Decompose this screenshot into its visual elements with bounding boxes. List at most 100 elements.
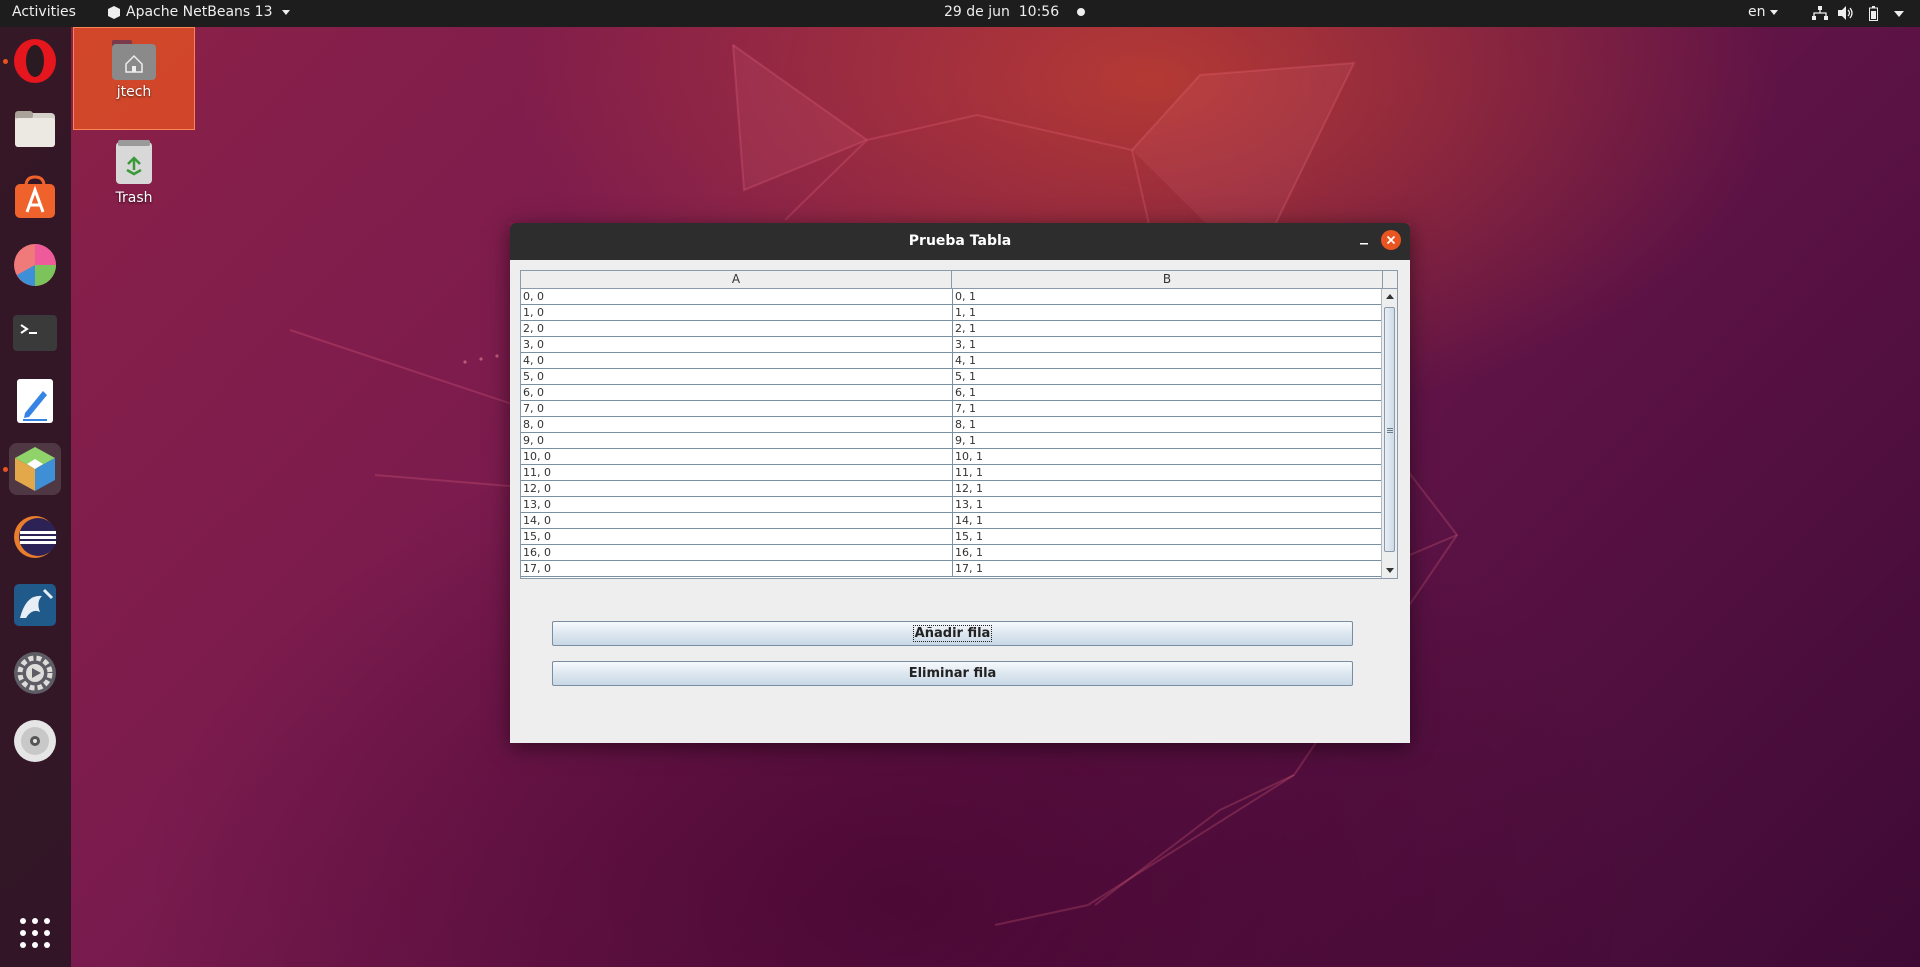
table-cell-a[interactable]: 4, 0 [521, 353, 952, 368]
dock-terminal[interactable] [9, 307, 61, 359]
table-row[interactable]: 12, 0 12, 1 [521, 481, 1381, 497]
table-row[interactable]: 17, 0 17, 1 [521, 561, 1381, 577]
mysql-workbench-icon [14, 584, 56, 626]
activities-button[interactable]: Activities [12, 4, 76, 20]
table-cell-a[interactable]: 16, 0 [521, 545, 952, 560]
chevron-down-icon [282, 9, 291, 15]
table-row[interactable]: 11, 0 11, 1 [521, 465, 1381, 481]
network-icon[interactable] [1812, 6, 1828, 20]
dock-settings[interactable] [9, 647, 61, 699]
dock-show-apps[interactable] [9, 907, 61, 959]
table-cell-b[interactable]: 11, 1 [952, 465, 1381, 480]
table-row[interactable]: 3, 0 3, 1 [521, 337, 1381, 353]
table-row[interactable]: 14, 0 14, 1 [521, 513, 1381, 529]
table-cell-b[interactable]: 9, 1 [952, 433, 1381, 448]
table-cell-b[interactable]: 10, 1 [952, 449, 1381, 464]
table-row[interactable]: 1, 0 1, 1 [521, 305, 1381, 321]
dock-opera[interactable] [9, 35, 61, 87]
scroll-up-arrow-icon[interactable] [1386, 294, 1394, 299]
dock-mysql-workbench[interactable] [9, 579, 61, 631]
table-cell-a[interactable]: 3, 0 [521, 337, 952, 352]
table-cell-b[interactable]: 15, 1 [952, 529, 1381, 544]
dock-text-editor[interactable] [9, 375, 61, 427]
show-apps-icon [20, 918, 50, 948]
table-row[interactable]: 5, 0 5, 1 [521, 369, 1381, 385]
volume-icon[interactable] [1838, 6, 1854, 20]
desktop-home-folder[interactable]: jtech [73, 27, 195, 130]
system-menu-chevron-icon[interactable] [1894, 11, 1904, 17]
table-row[interactable]: 0, 0 0, 1 [521, 289, 1381, 305]
netbeans-small-icon [108, 5, 120, 19]
table-cell-b[interactable]: 6, 1 [952, 385, 1381, 400]
table-cell-a[interactable]: 8, 0 [521, 417, 952, 432]
add-row-button[interactable]: Añadir fila [552, 621, 1353, 646]
scrollbar-thumb[interactable] [1384, 307, 1395, 552]
scroll-down-arrow-icon[interactable] [1386, 568, 1394, 573]
table-row[interactable]: 15, 0 15, 1 [521, 529, 1381, 545]
table-row[interactable]: 9, 0 9, 1 [521, 433, 1381, 449]
table-row[interactable]: 6, 0 6, 1 [521, 385, 1381, 401]
table-cell-a[interactable]: 13, 0 [521, 497, 952, 512]
table-cell-a[interactable]: 10, 0 [521, 449, 952, 464]
table-cell-b[interactable]: 8, 1 [952, 417, 1381, 432]
grip-line [1387, 428, 1393, 429]
table-cell-b[interactable]: 13, 1 [952, 497, 1381, 512]
table-cell-b[interactable]: 3, 1 [952, 337, 1381, 352]
table-cell-a[interactable]: 6, 0 [521, 385, 952, 400]
table-cell-a[interactable]: 2, 0 [521, 321, 952, 336]
table-row[interactable]: 10, 0 10, 1 [521, 449, 1381, 465]
battery-icon[interactable] [1869, 6, 1878, 21]
dock [0, 27, 71, 967]
column-header-a[interactable]: A [521, 271, 952, 288]
close-button[interactable] [1381, 230, 1401, 250]
remove-row-button[interactable]: Eliminar fila [552, 661, 1353, 686]
language-selector[interactable]: en [1748, 4, 1778, 20]
table-cell-b[interactable]: 14, 1 [952, 513, 1381, 528]
table-cell-a[interactable]: 17, 0 [521, 561, 952, 576]
table-cell-b[interactable]: 2, 1 [952, 321, 1381, 336]
table-row[interactable]: 2, 0 2, 1 [521, 321, 1381, 337]
dock-netbeans[interactable] [9, 443, 61, 495]
language-label: en [1748, 4, 1766, 20]
trash-icon [116, 140, 152, 184]
app-window: Prueba Tabla A B 0, 0 0, 1 1, 0 1, 1 2, 0 2, … [510, 223, 1410, 743]
table-row[interactable]: 4, 0 4, 1 [521, 353, 1381, 369]
table-cell-b[interactable]: 12, 1 [952, 481, 1381, 496]
table-cell-b[interactable]: 5, 1 [952, 369, 1381, 384]
dock-files[interactable] [9, 103, 61, 155]
dock-software[interactable] [9, 171, 61, 223]
table-cell-a[interactable]: 5, 0 [521, 369, 952, 384]
table-row[interactable]: 7, 0 7, 1 [521, 401, 1381, 417]
column-header-b[interactable]: B [952, 271, 1383, 288]
table-cell-b[interactable]: 0, 1 [952, 289, 1381, 304]
app-menu[interactable]: Apache NetBeans 13 [108, 4, 291, 20]
dock-dvd[interactable] [9, 715, 61, 767]
table-cell-a[interactable]: 7, 0 [521, 401, 952, 416]
close-icon [1386, 235, 1396, 245]
table-cell-a[interactable]: 0, 0 [521, 289, 952, 304]
table-cell-a[interactable]: 14, 0 [521, 513, 952, 528]
table-cell-b[interactable]: 17, 1 [952, 561, 1381, 576]
table-row[interactable]: 13, 0 13, 1 [521, 497, 1381, 513]
table-row[interactable]: 16, 0 16, 1 [521, 545, 1381, 561]
table-cell-a[interactable]: 15, 0 [521, 529, 952, 544]
table-cell-b[interactable]: 16, 1 [952, 545, 1381, 560]
dock-chart-app[interactable] [9, 239, 61, 291]
table-cell-a[interactable]: 11, 0 [521, 465, 952, 480]
opera-icon [14, 39, 56, 83]
table-cell-a[interactable]: 12, 0 [521, 481, 952, 496]
table-cell-b[interactable]: 1, 1 [952, 305, 1381, 320]
table-cell-b[interactable]: 4, 1 [952, 353, 1381, 368]
files-icon [15, 111, 55, 147]
vertical-scrollbar[interactable] [1381, 289, 1397, 578]
window-titlebar[interactable]: Prueba Tabla [510, 223, 1410, 260]
table-cell-a[interactable]: 9, 0 [521, 433, 952, 448]
dock-eclipse[interactable] [9, 511, 61, 563]
netbeans-icon [15, 447, 55, 491]
clock[interactable]: 29 de jun 10:56 [944, 4, 1086, 20]
table-row[interactable]: 8, 0 8, 1 [521, 417, 1381, 433]
minimize-button[interactable] [1352, 229, 1376, 253]
table-cell-a[interactable]: 1, 0 [521, 305, 952, 320]
table-cell-b[interactable]: 7, 1 [952, 401, 1381, 416]
desktop-trash[interactable]: Trash [73, 138, 195, 206]
